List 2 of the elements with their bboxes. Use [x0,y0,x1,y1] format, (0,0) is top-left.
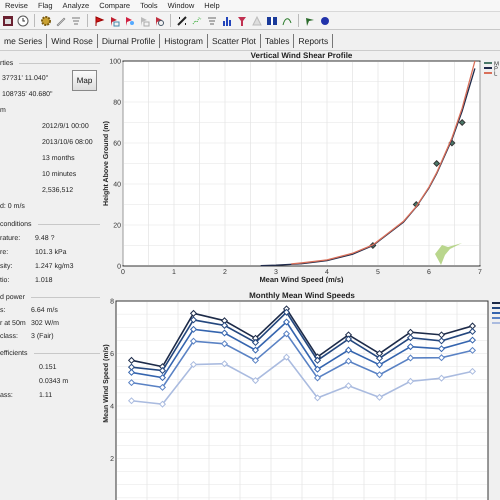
chart-title: Vertical Wind Shear Profile [250,51,352,60]
chart-title: Monthly Mean Wind Speeds [249,291,355,300]
